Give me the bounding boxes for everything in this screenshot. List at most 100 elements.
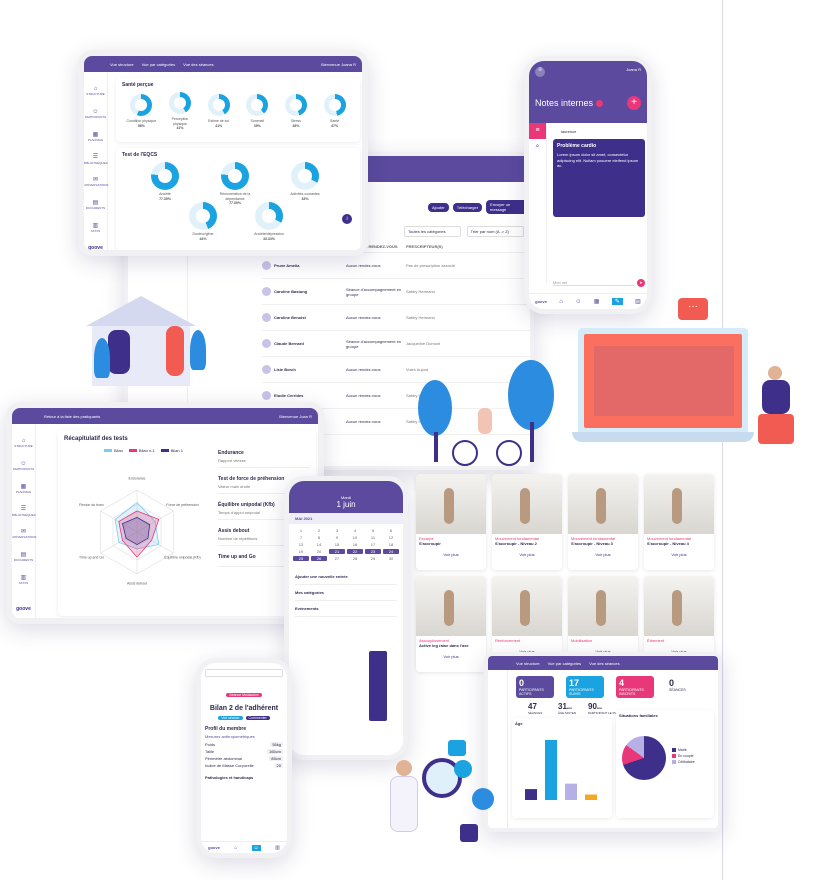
- calendar-day[interactable]: 5: [365, 528, 381, 533]
- nav-item[interactable]: ▥ STATS: [19, 575, 28, 586]
- calendar-day[interactable]: 4: [347, 528, 363, 533]
- calendar-day[interactable]: 15: [329, 542, 345, 547]
- tablet1-tab-structure[interactable]: Vue structure: [110, 62, 134, 67]
- info-fab[interactable]: i: [342, 214, 352, 224]
- calendar-day[interactable]: 29: [365, 556, 381, 561]
- nav-stats-icon[interactable]: ▥: [635, 298, 641, 305]
- see-more-button[interactable]: Voir plus: [568, 552, 638, 557]
- calendar-day[interactable]: 10: [347, 535, 363, 540]
- dash-tab-seances[interactable]: Vue des séances: [589, 661, 620, 666]
- nav-item[interactable]: ✉ CONVERSATIONS: [12, 529, 36, 540]
- category-filter[interactable]: Toutes les catégories: [404, 226, 461, 237]
- exercise-photo: [644, 474, 714, 534]
- dash-tab-categories[interactable]: Vue par catégories: [548, 661, 581, 666]
- view-seance-button[interactable]: Voir séance: [218, 716, 243, 720]
- calendar-day[interactable]: 13: [293, 542, 309, 547]
- nav-item[interactable]: ▤ DOCUMENTS: [86, 200, 105, 211]
- nav-people-icon[interactable]: ☺: [575, 299, 581, 305]
- table-row[interactable]: Caroline Bastung Séance d'accompagnement …: [262, 279, 530, 305]
- calendar-day[interactable]: 30: [383, 556, 399, 561]
- nav2-home-icon[interactable]: ⌂: [234, 845, 237, 851]
- planning-menu-item[interactable]: Mes catégories: [295, 585, 397, 601]
- add-note-button[interactable]: +: [627, 96, 641, 110]
- calendar-day[interactable]: 28: [347, 556, 363, 561]
- calendar-day[interactable]: 26: [311, 556, 327, 561]
- nav-item[interactable]: ▦ PLANNING: [16, 484, 31, 495]
- tablet1-user[interactable]: Bienvenue Joana R: [321, 62, 356, 67]
- phone2-logo: goove: [208, 845, 220, 850]
- calendar-day[interactable]: 8: [311, 535, 327, 540]
- list-icon[interactable]: ≡: [529, 123, 546, 139]
- calendar-day[interactable]: 18: [383, 542, 399, 547]
- phone1-user[interactable]: Joana R: [626, 67, 641, 72]
- calendar-day[interactable]: 27: [329, 556, 345, 561]
- exercise-card[interactable]: Mouvement fondamental S'accroupir - Nivea…: [492, 474, 562, 570]
- nav-item[interactable]: ⌂ STRUCTURE: [14, 438, 33, 449]
- see-more-button[interactable]: Voir plus: [416, 552, 486, 557]
- health-donut: Estime de soi 41%: [204, 94, 234, 128]
- table-row[interactable]: Prune Amelia Aucun rendez-vous Pas de pres…: [262, 253, 530, 279]
- phone2-search[interactable]: [205, 669, 283, 677]
- calendar-day[interactable]: 2: [311, 528, 327, 533]
- exercise-card[interactable]: Mouvement fondamental S'accroupir - Nivea…: [644, 474, 714, 570]
- nav-item[interactable]: ▦ PLANNING: [88, 132, 103, 143]
- nav2-stats-icon[interactable]: ▥: [275, 845, 280, 851]
- nav-item[interactable]: ⌂ STRUCTURE: [86, 86, 105, 97]
- nav-active-icon[interactable]: ✎: [611, 298, 623, 305]
- nav-item[interactable]: ▥ STATS: [91, 223, 100, 234]
- nav-item[interactable]: ☺ PARTICIPANTS: [85, 109, 106, 120]
- calendar-day[interactable]: 22: [347, 549, 363, 554]
- calendar-day[interactable]: 7: [293, 535, 309, 540]
- calendar-day[interactable]: 6: [383, 528, 399, 533]
- nav-item[interactable]: ☰ BIBLIOTHÈQUES: [84, 154, 108, 165]
- calendar-day[interactable]: 16: [347, 542, 363, 547]
- menu-icon[interactable]: ≡: [535, 67, 545, 77]
- nav-item[interactable]: ☰ BIBLIOTHÈQUES: [12, 506, 36, 517]
- nav-item[interactable]: ☺ PARTICIPANTS: [13, 461, 34, 472]
- exercise-card[interactable]: Escarpé S'accroupir Voir plus: [416, 474, 486, 570]
- comment-button[interactable]: Commenter: [245, 716, 270, 720]
- calendar-day[interactable]: 21: [329, 549, 345, 554]
- participant-name: Prune Amelia: [274, 263, 300, 268]
- back-link[interactable]: Retour à la liste des pratiquants: [44, 414, 100, 419]
- tablet1-tab-seances[interactable]: Vue des séances: [183, 62, 214, 67]
- nav-label: DOCUMENTS: [13, 558, 34, 563]
- calendar-day[interactable]: 19: [293, 549, 309, 554]
- calendar-day[interactable]: 24: [383, 549, 399, 554]
- note-input[interactable]: Mon nel: [553, 280, 634, 286]
- note-card[interactable]: Problème cardio Lorem ipsum dolor sit am…: [553, 139, 645, 217]
- add-button[interactable]: Ajouter: [428, 202, 449, 212]
- calendar-day[interactable]: 23: [365, 549, 381, 554]
- see-more-button[interactable]: Voir plus: [416, 654, 486, 659]
- calendar-day[interactable]: 12: [383, 535, 399, 540]
- planning-menu-item[interactable]: Evénements: [295, 601, 397, 617]
- tablet2-user[interactable]: Bienvenue Joan R: [279, 414, 312, 419]
- nav-item[interactable]: ✉ CONVERSATIONS: [84, 177, 108, 188]
- calendar-day[interactable]: 1: [293, 528, 309, 533]
- calendar-day[interactable]: 11: [365, 535, 381, 540]
- download-button[interactable]: Télécharger: [452, 202, 483, 212]
- calendar-day[interactable]: 3: [329, 528, 345, 533]
- calendar-day[interactable]: 20: [311, 549, 327, 554]
- see-more-button[interactable]: Voir plus: [492, 552, 562, 557]
- table-row[interactable]: Caroline Benoist Aucun rendez-vous Sabby H…: [262, 305, 530, 331]
- tablet1-tab-categories[interactable]: Vue par catégories: [142, 62, 175, 67]
- sort-filter[interactable]: Trier par nom (A -> Z): [466, 226, 524, 237]
- calendar-day[interactable]: 17: [365, 542, 381, 547]
- dash-tab-structure[interactable]: Vue structure: [516, 661, 540, 666]
- planning-menu-item[interactable]: Ajouter une nouvelle entrée: [295, 569, 397, 585]
- calendar-day[interactable]: 14: [311, 542, 327, 547]
- nav-home-icon[interactable]: ⌂: [559, 299, 563, 305]
- exercise-card[interactable]: Mouvement fondamental S'accroupir - Nivea…: [568, 474, 638, 570]
- nav-item[interactable]: ▤ DOCUMENTS: [14, 552, 33, 563]
- see-more-button[interactable]: Voir plus: [644, 552, 714, 557]
- calendar-day[interactable]: 9: [329, 535, 345, 540]
- exercise-card[interactable]: Assouplissement Active leg raise dans l'a…: [416, 576, 486, 672]
- nav-calendar-icon[interactable]: ▦: [594, 298, 600, 305]
- search-icon[interactable]: ⌕: [529, 139, 546, 155]
- send-icon[interactable]: ➤: [637, 279, 645, 287]
- calendar-day[interactable]: 25: [293, 556, 309, 561]
- test-item[interactable]: Endurance Rapport vitesse: [218, 446, 310, 468]
- nav2-people-icon[interactable]: ☺: [251, 844, 261, 851]
- bilan-title: Bilan 2 de l'adhérent: [209, 705, 279, 712]
